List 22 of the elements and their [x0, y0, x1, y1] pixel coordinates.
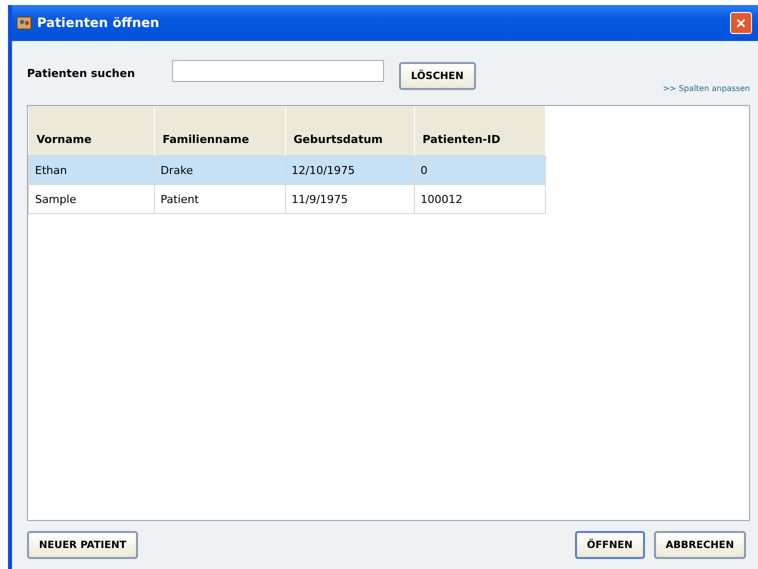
search-label: Patienten suchen [27, 67, 136, 80]
table-cell[interactable]: 11/9/1975 [285, 184, 414, 214]
close-button[interactable]: ✕ [730, 12, 752, 34]
window-title: Patienten öffnen [37, 16, 160, 30]
clear-button[interactable]: LÖSCHEN [399, 62, 476, 90]
table-cell[interactable]: Sample [28, 184, 154, 214]
search-field[interactable] [172, 60, 384, 82]
open-button[interactable]: ÖFFNEN [574, 531, 645, 559]
column-header[interactable]: Geburtsdatum [285, 106, 414, 156]
table-cell[interactable]: 100012 [414, 184, 545, 214]
table-cell[interactable]: Ethan [28, 156, 154, 184]
column-header[interactable]: Patienten-ID [414, 106, 545, 156]
table-cell[interactable]: Patient [154, 184, 285, 214]
column-header[interactable]: Familienname [154, 106, 285, 156]
adjust-columns-link[interactable]: >> Spalten anpassen [662, 84, 750, 93]
table-cell[interactable]: 12/10/1975 [285, 156, 414, 184]
table-cell[interactable]: 0 [414, 156, 545, 184]
new-patient-button[interactable]: NEUER PATIENT [27, 531, 138, 559]
column-header[interactable]: Vorname [28, 106, 154, 156]
patients-icon [16, 15, 32, 31]
table-cell[interactable]: Drake [154, 156, 285, 184]
cancel-button[interactable]: ABBRECHEN [654, 531, 746, 559]
